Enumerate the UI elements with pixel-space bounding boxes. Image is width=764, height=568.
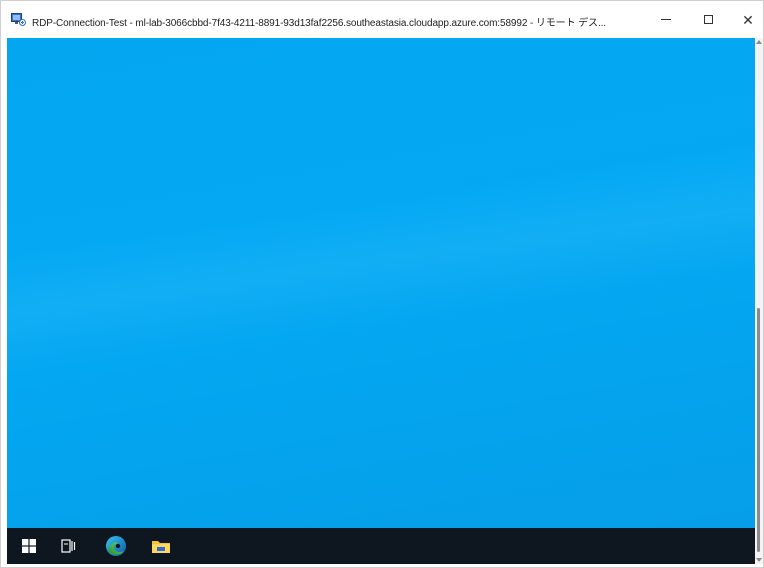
vertical-scrollbar[interactable] [755, 38, 763, 564]
scroll-up-arrow-icon[interactable] [756, 40, 762, 44]
folder-icon [152, 541, 170, 553]
maximize-button[interactable] [688, 1, 728, 38]
rdp-window: RDP-Connection-Test - ml-lab-3066cbbd-7f… [0, 0, 764, 568]
close-button[interactable]: ✕ [728, 1, 764, 38]
maximize-icon [703, 15, 713, 24]
window-title: RDP-Connection-Test - ml-lab-3066cbbd-7f… [32, 18, 606, 29]
task-view-icon [61, 539, 76, 553]
task-view-button[interactable] [57, 534, 81, 558]
minimize-button[interactable] [646, 1, 686, 38]
wallpaper-sheen [7, 126, 755, 380]
title-bar[interactable]: RDP-Connection-Test - ml-lab-3066cbbd-7f… [1, 1, 763, 38]
file-explorer-button[interactable] [149, 534, 173, 558]
remote-desktop-icon [11, 13, 26, 26]
start-button[interactable] [17, 534, 41, 558]
close-icon: ✕ [742, 11, 754, 28]
edge-icon [106, 536, 126, 556]
scroll-down-arrow-icon[interactable] [756, 558, 762, 562]
remote-desktop-background[interactable] [7, 38, 755, 528]
scroll-thumb[interactable] [757, 308, 760, 552]
taskbar [7, 528, 755, 564]
minimize-icon [661, 19, 671, 20]
windows-logo-icon [22, 539, 36, 553]
edge-button[interactable] [104, 534, 128, 558]
